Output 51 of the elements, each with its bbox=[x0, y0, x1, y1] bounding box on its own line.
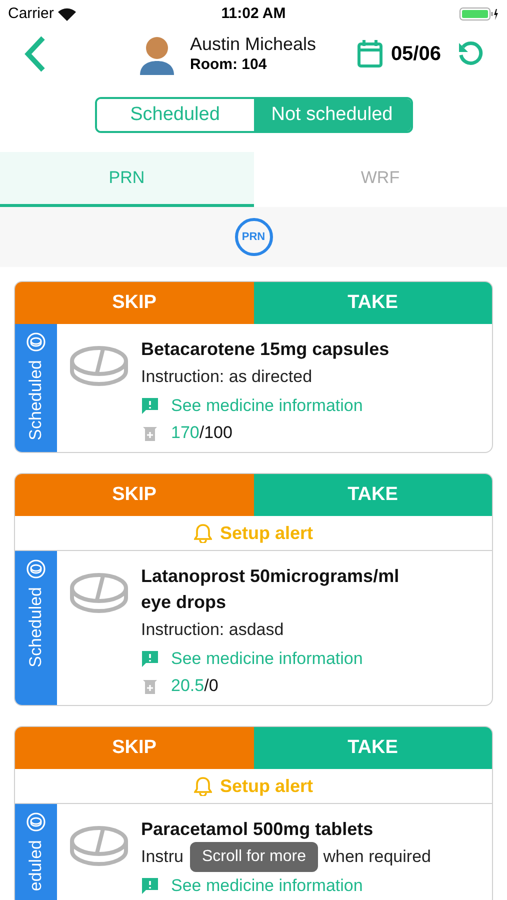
refresh-button[interactable] bbox=[457, 41, 483, 67]
pill-badge-icon bbox=[26, 812, 46, 832]
medicine-info-link[interactable]: See medicine information bbox=[171, 872, 363, 898]
medicine-name: Latanoprost 50micrograms/ml eye drops bbox=[141, 565, 400, 614]
instruction-text: Instruction: asdasd bbox=[141, 619, 284, 641]
prn-badge: PRN bbox=[234, 218, 272, 256]
scheduled-label: Scheduled bbox=[25, 360, 46, 440]
stock-count: 170/100 bbox=[171, 422, 232, 444]
refresh-icon bbox=[457, 41, 483, 67]
message-icon bbox=[141, 650, 159, 668]
status-time: 11:02 AM bbox=[221, 4, 286, 24]
pill-icon bbox=[69, 344, 129, 388]
instruction-text: Instru bbox=[141, 846, 184, 868]
back-icon bbox=[24, 35, 46, 73]
carrier-text: Carrier bbox=[8, 4, 54, 24]
skip-button[interactable]: SKIP bbox=[15, 474, 254, 516]
pill-badge-icon bbox=[26, 559, 46, 579]
skip-button[interactable]: SKIP bbox=[15, 282, 254, 324]
scroll-toast: Scroll for more bbox=[190, 842, 318, 872]
setup-alert-button[interactable]: Setup alert bbox=[15, 769, 492, 804]
instruction-text: when required bbox=[323, 846, 431, 868]
take-button[interactable]: TAKE bbox=[254, 727, 492, 769]
take-button[interactable]: TAKE bbox=[254, 282, 492, 324]
bell-icon bbox=[194, 776, 212, 796]
medicine-name: Betacarotene 15mg capsules bbox=[141, 338, 390, 361]
medicine-box-icon bbox=[141, 424, 159, 442]
take-button[interactable]: TAKE bbox=[254, 474, 492, 516]
calendar-icon bbox=[356, 39, 383, 69]
bell-icon bbox=[194, 523, 212, 543]
medicine-name: Paracetamol 500mg tablets bbox=[141, 818, 374, 841]
date-text: 05/06 bbox=[390, 42, 441, 67]
message-icon bbox=[141, 876, 159, 894]
stock-count: 20.5/0 bbox=[171, 675, 218, 698]
pill-badge-icon bbox=[26, 332, 46, 352]
medicine-info-link[interactable]: See medicine information bbox=[171, 392, 363, 418]
setup-alert-button[interactable]: Setup alert bbox=[15, 516, 492, 551]
instruction-text: Instruction: as directed bbox=[141, 366, 312, 388]
battery-icon bbox=[458, 7, 499, 21]
scheduled-label: eduled bbox=[25, 840, 46, 892]
pill-icon bbox=[69, 824, 129, 868]
medicine-info-link[interactable]: See medicine information bbox=[171, 646, 363, 672]
medicine-box-icon bbox=[141, 677, 159, 695]
segment-tab[interactable]: Not scheduled bbox=[254, 99, 410, 131]
scheduled-label: Scheduled bbox=[25, 587, 46, 668]
pill-icon bbox=[69, 571, 129, 615]
message-icon bbox=[141, 396, 159, 414]
category-tab[interactable]: PRN bbox=[0, 152, 254, 207]
room-number: Room: 104 bbox=[190, 56, 268, 75]
patient-name: Austin Micheals bbox=[190, 33, 316, 56]
skip-button[interactable]: SKIP bbox=[15, 727, 254, 769]
wifi-icon bbox=[58, 8, 76, 20]
